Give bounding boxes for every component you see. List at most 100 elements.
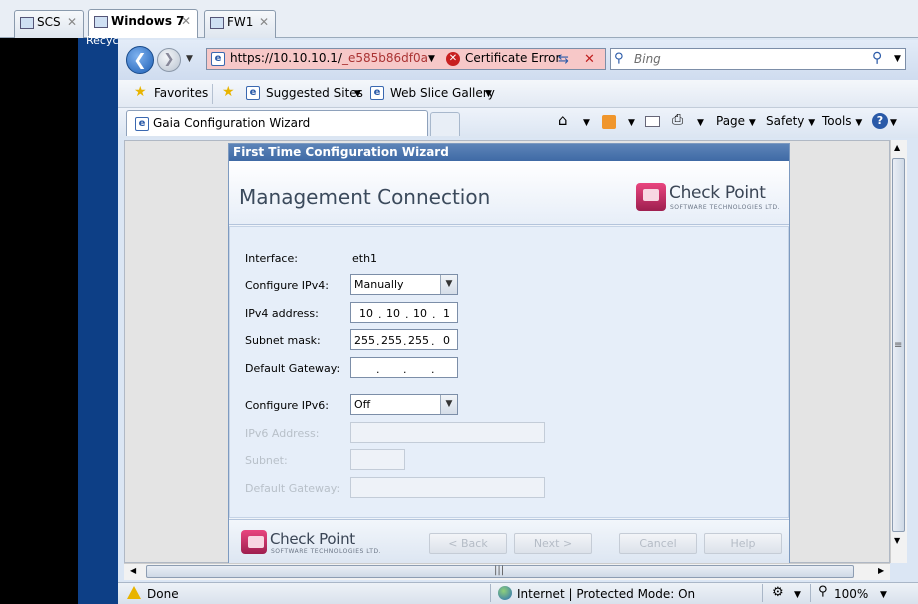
browser-tab-active[interactable]: e Gaia Configuration Wizard xyxy=(126,110,428,136)
home-icon[interactable]: ⌂ xyxy=(558,111,568,129)
chevron-down-icon[interactable]: ▼ xyxy=(583,118,590,128)
chevron-down-icon[interactable]: ▼ xyxy=(354,89,361,99)
refresh-icon[interactable]: ⇆ xyxy=(558,52,569,67)
ipv6-gateway-label: Default Gateway: xyxy=(245,482,341,495)
ip-dot: . xyxy=(432,308,436,321)
forward-button[interactable]: ❯ xyxy=(157,48,181,72)
address-url[interactable]: https://10.10.10.1/_e585b86df0a4b7l xyxy=(230,51,428,65)
chevron-down-icon: ▼ xyxy=(855,118,863,128)
chevron-down-icon[interactable]: ▼ xyxy=(697,118,704,128)
zoom-level[interactable]: 100% xyxy=(834,587,868,601)
search-placeholder: Bing xyxy=(634,52,661,66)
ipv6-gateway-field xyxy=(350,477,545,498)
chevron-down-icon[interactable]: ▼ xyxy=(794,590,801,600)
checkpoint-logo-icon xyxy=(636,183,666,211)
page-menu[interactable]: Page ▼ xyxy=(716,114,756,128)
ip-octet[interactable]: 10 xyxy=(359,307,373,320)
back-button[interactable]: ❮ xyxy=(126,46,154,74)
chevron-down-icon[interactable]: ▼ xyxy=(440,395,457,414)
ip-octet[interactable]: 255 xyxy=(381,334,402,347)
ip-octet[interactable]: 255 xyxy=(354,334,375,347)
new-tab-button[interactable] xyxy=(430,112,460,136)
globe-icon xyxy=(498,586,512,600)
chevron-down-icon[interactable]: ▼ xyxy=(880,590,887,600)
ip-dot: . xyxy=(403,335,407,348)
chevron-down-icon[interactable]: ▼ xyxy=(440,275,457,294)
chevron-down-icon[interactable]: ▼ xyxy=(894,54,901,64)
ip-octet[interactable]: 255 xyxy=(408,334,429,347)
desktop-background xyxy=(78,38,118,604)
footer-brand-name: Check Point xyxy=(270,530,355,548)
vm-icon xyxy=(210,17,224,29)
chevron-down-icon: ▼ xyxy=(808,118,816,128)
chevron-down-icon[interactable]: ▼ xyxy=(485,89,492,99)
cancel-button[interactable]: Cancel xyxy=(619,533,697,554)
ie-page-icon: e xyxy=(135,117,149,131)
ip-octet[interactable]: 0 xyxy=(443,334,450,347)
scroll-left-arrow-icon[interactable]: ◀ xyxy=(130,566,136,575)
divider xyxy=(810,584,811,602)
help-icon[interactable]: ? xyxy=(872,113,888,129)
certificate-error-label[interactable]: Certificate Error xyxy=(465,51,560,65)
tools-menu-label: Tools xyxy=(822,114,852,128)
vm-tab-scs[interactable]: SCS ✕ xyxy=(14,10,84,38)
url-host: https://10.10.10.1/ xyxy=(230,51,342,65)
chevron-down-icon[interactable]: ▼ xyxy=(186,54,193,64)
ipv6-address-field xyxy=(350,422,545,443)
vm-icon xyxy=(94,16,108,28)
security-zone[interactable]: Internet | Protected Mode: On xyxy=(517,587,695,601)
chevron-down-icon[interactable]: ▼ xyxy=(628,118,635,128)
feeds-icon[interactable] xyxy=(602,115,616,129)
certificate-error-icon[interactable]: ✕ xyxy=(446,52,460,66)
status-text: Done xyxy=(147,587,179,601)
subnet-mask-label: Subnet mask: xyxy=(245,334,321,347)
ip-octet[interactable]: 1 xyxy=(443,307,450,320)
vm-tab-fw1[interactable]: FW1 ✕ xyxy=(204,10,276,38)
ip-octet[interactable]: 10 xyxy=(413,307,427,320)
print-icon[interactable]: ⎙ xyxy=(672,112,683,128)
close-icon[interactable]: ✕ xyxy=(67,15,77,29)
scroll-right-arrow-icon[interactable]: ▶ xyxy=(878,566,884,575)
read-mail-icon[interactable] xyxy=(645,116,660,127)
safety-menu[interactable]: Safety ▼ xyxy=(766,114,815,128)
tools-menu[interactable]: Tools ▼ xyxy=(822,114,862,128)
protected-mode-icon[interactable]: ⚙ xyxy=(772,585,784,600)
search-icon[interactable]: ⚲ xyxy=(872,50,882,66)
recycle-bin-label[interactable]: Recyc xyxy=(86,34,119,47)
ip-dot: . xyxy=(405,308,409,321)
chevron-down-icon[interactable]: ▼ xyxy=(890,118,897,128)
ipv6-subnet-field xyxy=(350,449,405,470)
vm-tab-label: SCS xyxy=(37,15,61,29)
next-button[interactable]: Next > xyxy=(514,533,592,554)
default-gateway-field[interactable]: . . . xyxy=(350,357,458,378)
ip-dot: . xyxy=(431,363,435,376)
back-wizard-button[interactable]: < Back xyxy=(429,533,507,554)
ip-octet[interactable]: 10 xyxy=(386,307,400,320)
checkpoint-logo-icon xyxy=(241,530,267,554)
scroll-up-arrow-icon[interactable]: ▲ xyxy=(894,143,900,152)
divider xyxy=(490,584,491,602)
help-button[interactable]: Help xyxy=(704,533,782,554)
chevron-down-icon[interactable]: ▼ xyxy=(428,54,435,64)
web-slice-gallery-link[interactable]: Web Slice Gallery xyxy=(390,86,495,100)
stop-icon[interactable]: ✕ xyxy=(584,52,595,67)
add-favorite-icon[interactable]: ★ xyxy=(222,84,235,100)
favorites-button[interactable]: Favorites xyxy=(154,86,208,100)
ipv6-address-label: IPv6 Address: xyxy=(245,427,320,440)
configure-ipv6-select[interactable]: Off ▼ xyxy=(350,394,458,415)
configure-ipv4-select[interactable]: Manually ▼ xyxy=(350,274,458,295)
warning-icon xyxy=(127,586,141,599)
page-menu-label: Page xyxy=(716,114,746,128)
ipv4-address-field[interactable]: 10 . 10 . 10 . 1 xyxy=(350,302,458,323)
zoom-icon: ⚲ xyxy=(818,584,828,599)
suggested-sites-link[interactable]: Suggested Sites xyxy=(266,86,363,100)
page-title: Management Connection xyxy=(239,185,491,209)
configure-ipv6-label: Configure IPv6: xyxy=(245,399,329,412)
subnet-mask-field[interactable]: 255 . 255 . 255 . 0 xyxy=(350,329,458,350)
close-icon[interactable]: ✕ xyxy=(181,14,191,28)
star-icon: ★ xyxy=(134,84,147,100)
browser-tab-title: Gaia Configuration Wizard xyxy=(153,116,311,130)
scroll-down-arrow-icon[interactable]: ▼ xyxy=(894,536,900,545)
close-icon[interactable]: ✕ xyxy=(259,15,269,29)
ipv4-address-label: IPv4 address: xyxy=(245,307,319,320)
